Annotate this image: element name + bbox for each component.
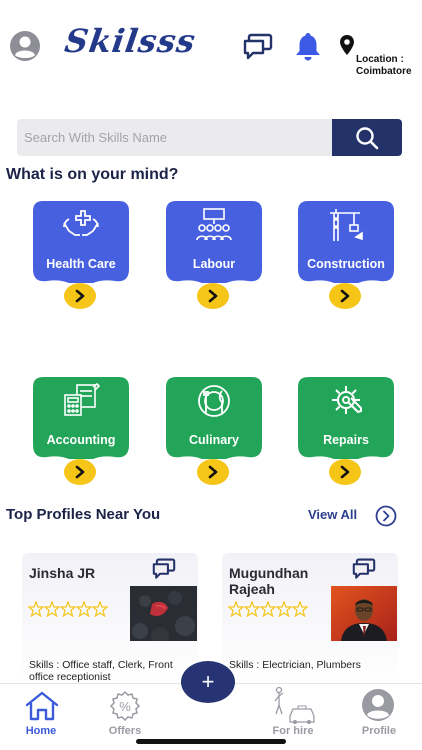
location-label: Location :	[356, 54, 404, 65]
profile-photo	[130, 586, 197, 641]
star-icon	[60, 601, 76, 617]
search-button[interactable]	[332, 119, 402, 156]
nav-item-home[interactable]: Home	[6, 684, 76, 744]
category-card-culinary[interactable]: Culinary	[166, 377, 262, 485]
search-bar	[17, 119, 402, 156]
chevron-right-icon	[340, 465, 350, 479]
search-icon	[356, 126, 379, 149]
profile-name: Jinsha JR	[29, 565, 96, 581]
profile-card[interactable]: Mugundhan Rajeah Skills : Electrician, P…	[222, 553, 398, 685]
categories-title: What is on your mind?	[6, 166, 179, 183]
repairs-gear-wrench-icon	[332, 386, 362, 414]
star-icon	[28, 601, 44, 617]
top-profiles-title: Top Profiles Near You	[6, 506, 161, 523]
category-card-labour[interactable]: Labour	[166, 201, 262, 309]
profile-name: Mugundhan Rajeah	[229, 565, 309, 597]
healthcare-hands-icon	[63, 210, 99, 236]
location-pin-icon[interactable]	[338, 34, 356, 56]
chevron-right-icon	[208, 289, 218, 303]
category-arrow-button[interactable]	[197, 459, 229, 485]
svg-text:%: %	[119, 699, 131, 714]
chat-icon[interactable]	[351, 558, 377, 580]
chat-icon[interactable]	[151, 558, 177, 580]
category-label: Accounting	[46, 433, 116, 447]
category-card-health-care[interactable]: Health Care	[33, 201, 129, 309]
view-all-link[interactable]: View All	[308, 507, 357, 522]
nav-item-profile[interactable]: Profile	[344, 684, 414, 744]
add-button[interactable]: +	[181, 661, 235, 703]
rating-stars	[228, 601, 308, 617]
construction-crane-icon	[330, 209, 363, 241]
profile-icon	[362, 689, 394, 721]
chevron-right-icon	[75, 289, 85, 303]
rating-stars	[28, 601, 108, 617]
for-hire-icon	[274, 686, 315, 724]
star-icon	[244, 601, 260, 617]
search-input[interactable]	[17, 119, 333, 156]
labour-workers-icon	[196, 208, 232, 241]
nav-item-offers[interactable]: % Offers	[90, 684, 160, 744]
star-icon	[228, 601, 244, 617]
star-icon	[44, 601, 60, 617]
nav-label: Profile	[361, 725, 397, 737]
home-icon	[25, 691, 59, 721]
chevron-right-icon	[75, 465, 85, 479]
app-logo: Skilsss	[62, 22, 199, 60]
category-arrow-button[interactable]	[64, 459, 96, 485]
nav-item-for-hire[interactable]: For hire	[258, 684, 328, 744]
app-header: Skilsss Location : Coimbatore	[0, 0, 422, 100]
star-icon	[76, 601, 92, 617]
star-icon	[260, 601, 276, 617]
category-label: Repairs	[323, 433, 369, 447]
chat-icon[interactable]	[243, 33, 273, 61]
star-icon	[276, 601, 292, 617]
chevron-right-circle-icon[interactable]	[375, 505, 397, 527]
category-label: Labour	[192, 257, 236, 271]
category-arrow-button[interactable]	[329, 459, 361, 485]
profile-skills: Skills : Office staff, Clerk, Front offi…	[29, 659, 173, 683]
profile-card[interactable]: Jinsha JR Skills : Office staff, Clerk, …	[22, 553, 198, 685]
chevron-right-icon	[340, 289, 350, 303]
nav-label: Home	[25, 725, 57, 737]
category-card-repairs[interactable]: Repairs	[298, 377, 394, 485]
category-arrow-button[interactable]	[64, 283, 96, 309]
home-indicator	[136, 739, 286, 744]
profile-skills: Skills : Electrician, Plumbers	[229, 659, 361, 671]
category-label: Health Care	[46, 257, 116, 271]
category-arrow-button[interactable]	[197, 283, 229, 309]
profile-photo	[331, 586, 397, 641]
chevron-right-icon	[208, 465, 218, 479]
bell-icon[interactable]	[292, 30, 324, 62]
nav-label: Offers	[108, 725, 142, 737]
star-icon	[92, 601, 108, 617]
location-display[interactable]: Location : Coimbatore	[356, 54, 412, 78]
category-label: Construction	[307, 257, 385, 271]
accounting-calculator-icon	[64, 383, 101, 416]
nav-label: For hire	[272, 725, 314, 737]
user-avatar-icon[interactable]	[9, 30, 41, 62]
category-label: Culinary	[188, 433, 239, 447]
category-arrow-button[interactable]	[329, 283, 361, 309]
star-icon	[292, 601, 308, 617]
location-value: Coimbatore	[356, 66, 412, 77]
category-card-accounting[interactable]: Accounting	[33, 377, 129, 485]
category-card-construction[interactable]: Construction	[298, 201, 394, 309]
culinary-plate-icon	[198, 385, 230, 417]
offers-percent-icon: %	[109, 690, 141, 722]
